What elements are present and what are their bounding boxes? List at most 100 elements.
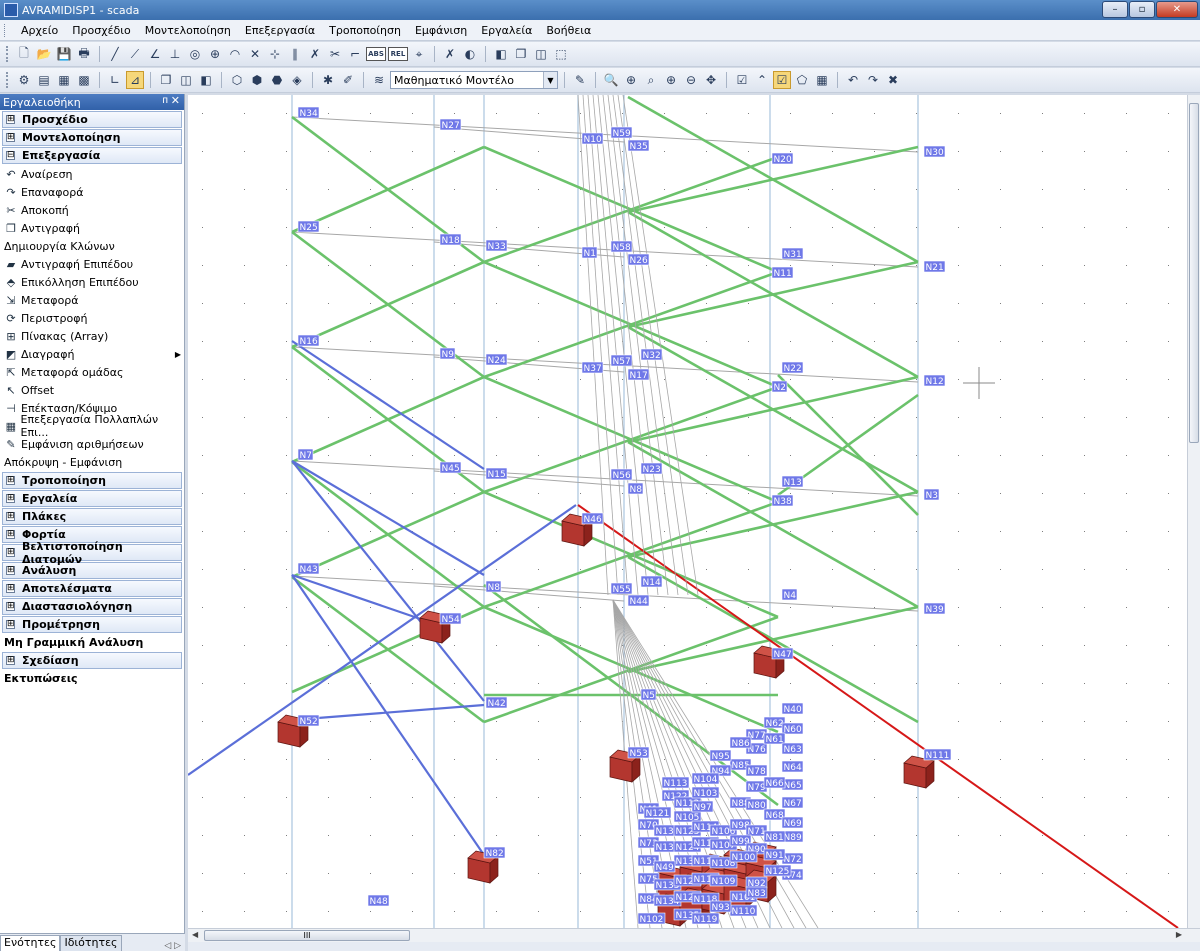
line-tool-icon[interactable]: ╱	[106, 45, 124, 63]
cancel-icon[interactable]: ✖	[884, 71, 902, 89]
save-icon[interactable]: 💾	[55, 45, 73, 63]
minimize-button[interactable]: –	[1102, 1, 1128, 18]
hidden-view-icon[interactable]: ◈	[288, 71, 306, 89]
edit-pencil-icon[interactable]: ✎	[571, 71, 589, 89]
zoom-out-icon[interactable]: ⊖	[682, 71, 700, 89]
rel-coordinates-icon[interactable]: REL	[388, 47, 408, 61]
section-sections_bottom-6[interactable]: ⊞ Αποτελέσματα	[2, 580, 182, 597]
expand-icon[interactable]: ⊞	[6, 566, 15, 575]
point-tool-icon[interactable]: ⊹	[266, 45, 284, 63]
zoom-window-icon[interactable]: 🔍	[602, 71, 620, 89]
section-sections_bottom-10[interactable]: ⊞ Σχεδίαση	[2, 652, 182, 669]
zoom-in-icon[interactable]: ⊕	[662, 71, 680, 89]
perpendicular-tool-icon[interactable]: ⊥	[166, 45, 184, 63]
maximize-button[interactable]: ▫	[1129, 1, 1155, 18]
menu-view[interactable]: Εμφάνιση	[408, 24, 474, 37]
edit-item-12[interactable]: ↖ Offset	[0, 381, 184, 399]
new-file-icon[interactable]: 🗋	[15, 45, 33, 63]
shaded-view-icon[interactable]: ⬢	[248, 71, 266, 89]
edit-item-5[interactable]: ▰ Αντιγραφή Επιπέδου	[0, 255, 184, 273]
section-sections_top-2[interactable]: ⊟ Επεξεργασία	[2, 147, 182, 164]
measure-icon[interactable]: ✗	[441, 45, 459, 63]
wire-view-icon[interactable]: ⬣	[268, 71, 286, 89]
edit-item-7[interactable]: ⇲ Μεταφορά	[0, 291, 184, 309]
edit-item-0[interactable]: ↶ Αναίρεση	[0, 165, 184, 183]
circle-tool-icon[interactable]: ◎	[186, 45, 204, 63]
menu-file[interactable]: Αρχείο	[14, 24, 65, 37]
edit-item-11[interactable]: ⇱ Μεταφορά ομάδας	[0, 363, 184, 381]
abs-coordinates-icon[interactable]: ABS	[366, 47, 386, 61]
edit-item-10[interactable]: ◩ Διαγραφή ▶	[0, 345, 184, 363]
expand-icon[interactable]: ⊞	[6, 548, 15, 557]
pencil-style-icon[interactable]: ✐	[339, 71, 357, 89]
table-icon[interactable]: ▦	[813, 71, 831, 89]
horizontal-scrollbar[interactable]: ◀ III ▶	[188, 928, 1200, 942]
check-selected-icon[interactable]: ☑	[773, 71, 791, 89]
select-icon[interactable]: ◐	[461, 45, 479, 63]
edit-item-8[interactable]: ⟳ Περιστροφή	[0, 309, 184, 327]
menu-grip[interactable]	[4, 23, 8, 37]
arc-tool-icon[interactable]: ◠	[226, 45, 244, 63]
cube-side-icon[interactable]: ◧	[197, 71, 215, 89]
edit-item-16[interactable]: Απόκρυψη - Εμφάνιση	[0, 453, 184, 471]
section-sections_bottom-8[interactable]: ⊞ Προμέτρηση	[2, 616, 182, 633]
scroll-right-icon[interactable]: ▶	[1176, 930, 1182, 939]
pin-icon[interactable]: ᴨ	[162, 95, 168, 106]
undo-icon[interactable]: ↶	[844, 71, 862, 89]
polyline-tool-icon[interactable]: ⟋	[126, 45, 144, 63]
expand-icon[interactable]: ⊞	[6, 133, 15, 142]
edit-item-1[interactable]: ↷ Επαναφορά	[0, 183, 184, 201]
view-iso-icon[interactable]: ⬚	[552, 45, 570, 63]
graph-icon[interactable]: ⌃	[753, 71, 771, 89]
grid-icon[interactable]: ▤	[35, 71, 53, 89]
expand-icon[interactable]: ⊞	[6, 512, 15, 521]
view-side-icon[interactable]: ◫	[532, 45, 550, 63]
tab-properties[interactable]: Ιδιότητες	[60, 935, 122, 951]
section-sections_bottom-7[interactable]: ⊞ Διαστασιολόγηση	[2, 598, 182, 615]
palette-icon[interactable]: ✱	[319, 71, 337, 89]
vertical-scroll-thumb[interactable]	[1189, 103, 1199, 443]
edit-item-2[interactable]: ✂ Αποκοπή	[0, 201, 184, 219]
menu-modify[interactable]: Τροποποίηση	[322, 24, 408, 37]
section-sections_bottom-1[interactable]: ⊞ Εργαλεία	[2, 490, 182, 507]
axes-2d-icon[interactable]: ∟	[106, 71, 124, 89]
chevron-down-icon[interactable]: ▼	[543, 72, 557, 88]
view-front-icon[interactable]: ❐	[512, 45, 530, 63]
section-sections_bottom-4[interactable]: ⊞ Βελτιστοποίηση Διατομών	[2, 540, 182, 566]
toolbar-grip[interactable]	[6, 46, 9, 62]
zoom-previous-icon[interactable]: ⌕	[642, 71, 660, 89]
tab-scroll-arrows[interactable]: ◁ ▷	[164, 941, 185, 951]
pan-icon[interactable]: ✥	[702, 71, 720, 89]
redo-icon[interactable]: ↷	[864, 71, 882, 89]
panel-close-icon[interactable]: ✕	[171, 94, 180, 107]
check-icon[interactable]: ☑	[733, 71, 751, 89]
section-sections_top-1[interactable]: ⊞ Μοντελοποίηση	[2, 129, 182, 146]
solid-view-icon[interactable]: ⬡	[228, 71, 246, 89]
parallel-tool-icon[interactable]: ∥	[286, 45, 304, 63]
expand-icon[interactable]: ⊞	[6, 584, 15, 593]
vertical-scrollbar[interactable]	[1187, 95, 1200, 928]
scroll-left-icon[interactable]: ◀	[192, 930, 198, 939]
zoom-all-icon[interactable]: ⊕	[622, 71, 640, 89]
collapse-icon[interactable]: ⊟	[6, 151, 15, 160]
section-sections_bottom-2[interactable]: ⊞ Πλάκες	[2, 508, 182, 525]
expand-icon[interactable]: ⊞	[6, 602, 15, 611]
circle-center-tool-icon[interactable]: ⊕	[206, 45, 224, 63]
menu-tools[interactable]: Εργαλεία	[474, 24, 539, 37]
menu-help[interactable]: Βοήθεια	[539, 24, 598, 37]
model-type-icon[interactable]: ≋	[370, 71, 388, 89]
axes-3d-icon[interactable]: ⊿	[126, 71, 144, 89]
expand-icon[interactable]: ⊞	[6, 494, 15, 503]
expand-icon[interactable]: ⊞	[6, 115, 15, 124]
view-3d-icon[interactable]: ◧	[492, 45, 510, 63]
angle-tool-icon[interactable]: ∠	[146, 45, 164, 63]
snap-icon[interactable]: ⌖	[410, 45, 428, 63]
tab-sections[interactable]: Ενότητες	[0, 935, 61, 951]
expand-icon[interactable]: ⊞	[6, 620, 15, 629]
cube-front-icon[interactable]: ❐	[157, 71, 175, 89]
close-button[interactable]: ✕	[1156, 1, 1198, 18]
corner-tool-icon[interactable]: ⌐	[346, 45, 364, 63]
expand-icon[interactable]: ⊞	[6, 656, 15, 665]
model-canvas[interactable]: N34 N27 N10 N59 N35 N20 N30 N25 N18 N33 N1 N58 N26 N3…	[188, 95, 1187, 928]
shape-icon[interactable]: ⬠	[793, 71, 811, 89]
